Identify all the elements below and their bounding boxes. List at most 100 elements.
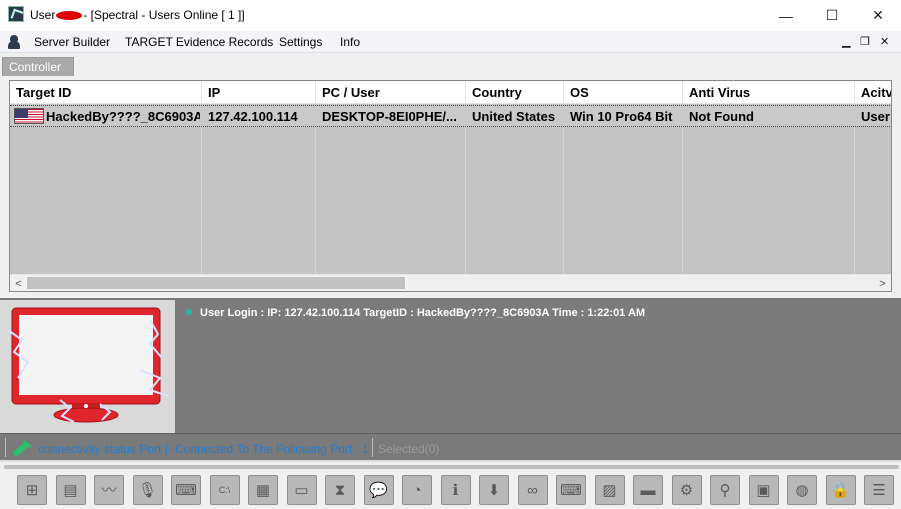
column-header-target-id[interactable]: Target ID xyxy=(10,81,202,104)
database-button[interactable]: ☰ xyxy=(864,475,894,505)
monitor-logo-icon xyxy=(7,307,169,423)
command-prompt-icon: C:\ xyxy=(218,484,231,495)
link-button[interactable]: ∞ xyxy=(517,475,548,505)
pin-button[interactable]: ⚲ xyxy=(710,475,740,505)
tab-controller[interactable]: Controller xyxy=(2,57,74,76)
bullet-icon xyxy=(186,309,192,315)
column-divider xyxy=(465,104,466,274)
cell-ip: 127.42.100.114 xyxy=(208,109,298,124)
horizontal-scrollbar[interactable]: < > xyxy=(10,274,891,291)
column-header-os[interactable]: OS xyxy=(564,81,683,104)
column-divider xyxy=(315,104,316,274)
log-entry: User Login : IP: 127.42.100.114 TargetID… xyxy=(186,307,645,319)
grid-header: Target ID IP PC / User Country OS Anti V… xyxy=(10,81,891,104)
title-prefix: User xyxy=(30,8,56,22)
hourglass-button[interactable]: ⧗ xyxy=(325,475,355,505)
cell-country: United States xyxy=(472,109,556,124)
column-header-activity[interactable]: Acitv xyxy=(855,81,891,104)
spy-button[interactable]: ◔ xyxy=(402,475,432,505)
lock-button[interactable]: 🔒 xyxy=(825,475,856,505)
lock-icon: 🔒 xyxy=(831,481,850,499)
menu-server-builder[interactable]: Server Builder xyxy=(34,35,110,49)
table-row[interactable]: HackedBy????_8C6903A 127.42.100.114 DESK… xyxy=(10,105,891,127)
cell-target-id: HackedBy????_8C6903A xyxy=(46,109,200,124)
remote-screen-button[interactable]: ⌨ xyxy=(556,475,586,505)
targets-grid: Target ID IP PC / User Country OS Anti V… xyxy=(9,80,892,292)
cell-pc-user: DESKTOP-8EI0PHE/... xyxy=(322,109,457,124)
windows-button[interactable]: ⊞ xyxy=(17,475,47,505)
hourglass-icon: ⧗ xyxy=(334,481,346,499)
cell-os: Win 10 Pro64 Bit xyxy=(570,109,673,124)
column-header-anti-virus[interactable]: Anti Virus xyxy=(683,81,855,104)
image-button[interactable]: ▨ xyxy=(594,475,625,505)
column-header-country[interactable]: Country xyxy=(466,81,564,104)
scroll-right-button[interactable]: > xyxy=(874,275,891,291)
chip-icon: ▣ xyxy=(756,481,771,499)
column-header-ip[interactable]: IP xyxy=(202,81,316,104)
spy-icon: ◔ xyxy=(412,481,422,499)
server-button[interactable]: ▤ xyxy=(55,475,86,505)
image-icon: ▨ xyxy=(602,481,617,499)
network-button[interactable]: ▦ xyxy=(248,475,278,505)
menu-target-evidence-records[interactable]: TARGET Evidence Records xyxy=(125,35,273,49)
close-button[interactable]: ✕ xyxy=(855,0,901,31)
menu-settings[interactable]: Settings xyxy=(279,35,322,49)
mdi-minimize-button[interactable]: ▁ xyxy=(842,35,850,48)
connectivity-status: connectivity status Port |- Connected To… xyxy=(38,442,369,456)
column-divider xyxy=(201,104,202,274)
status-separator xyxy=(372,438,373,457)
globe-button[interactable]: ◍ xyxy=(787,475,817,505)
download-icon: ⬇ xyxy=(487,481,501,499)
status-bar: connectivity status Port |- Connected To… xyxy=(0,433,901,460)
maximize-button[interactable]: ☐ xyxy=(809,0,855,31)
user-settings-button[interactable]: ⚙ xyxy=(671,475,702,505)
information-icon: ℹ xyxy=(452,481,459,499)
command-prompt-button[interactable]: C:\ xyxy=(209,475,240,505)
monitor-panel xyxy=(0,300,175,433)
redaction-mark xyxy=(56,11,83,20)
minimize-button[interactable]: — xyxy=(763,0,809,31)
keyboard-icon: ⌨ xyxy=(175,481,197,499)
column-divider xyxy=(563,104,564,274)
display-icon: ▬ xyxy=(640,481,656,499)
chat-icon: 💬 xyxy=(369,481,388,499)
chat-button[interactable]: 💬 xyxy=(363,475,394,505)
column-divider xyxy=(682,104,683,274)
menu-info[interactable]: Info xyxy=(340,35,360,49)
column-divider xyxy=(854,104,855,274)
download-button[interactable]: ⬇ xyxy=(479,475,509,505)
title-suffix: - [Spectral - Users Online [ 1 ]] xyxy=(83,8,245,22)
performance-monitor-button[interactable]: 〰 xyxy=(94,475,124,505)
information-button[interactable]: ℹ xyxy=(440,475,471,505)
keyboard-button[interactable]: ⌨ xyxy=(171,475,201,505)
log-entry-text: User Login : IP: 127.42.100.114 TargetID… xyxy=(200,307,646,319)
performance-monitor-icon: 〰 xyxy=(101,481,117,499)
plug-icon xyxy=(12,439,32,457)
scroll-thumb[interactable] xyxy=(27,277,405,289)
remote-desktop-button[interactable]: ▭ xyxy=(286,475,317,505)
menu-bar: Server Builder TARGET Evidence Records S… xyxy=(0,31,901,53)
cell-activity: User xyxy=(861,109,890,124)
title-bar: User - [Spectral - Users Online [ 1 ]] — … xyxy=(0,0,901,31)
us-flag-icon xyxy=(14,108,44,124)
toolbar-track xyxy=(4,465,899,469)
microphone-button[interactable]: 🎙 xyxy=(132,475,163,505)
link-icon: ∞ xyxy=(527,481,538,499)
display-button[interactable]: ▬ xyxy=(633,475,663,505)
column-header-pc-user[interactable]: PC / User xyxy=(316,81,466,104)
remote-screen-icon: ⌨ xyxy=(560,481,582,499)
window-title: User - [Spectral - Users Online [ 1 ]] xyxy=(30,8,245,22)
status-separator xyxy=(5,438,6,457)
action-toolbar: ⊞ ▤ 〰 🎙 ⌨ C:\ ▦ ▭ ⧗ 💬 ◔ ℹ ⬇ ∞ ⌨ ▨ ▬ ⚙ ⚲ ▣ ◍ 🔒 ☰ xyxy=(0,460,901,509)
mdi-restore-button[interactable]: ❐ xyxy=(860,35,870,48)
cell-anti-virus: Not Found xyxy=(689,109,754,124)
database-icon: ☰ xyxy=(872,481,886,499)
globe-icon: ◍ xyxy=(795,481,809,499)
remote-desktop-icon: ▭ xyxy=(294,481,309,499)
tab-strip: Controller xyxy=(0,54,901,76)
chip-button[interactable]: ▣ xyxy=(748,475,779,505)
pin-icon: ⚲ xyxy=(719,481,731,499)
mdi-close-button[interactable]: ✕ xyxy=(880,35,889,48)
log-panel: User Login : IP: 127.42.100.114 TargetID… xyxy=(178,300,901,433)
scroll-left-button[interactable]: < xyxy=(10,275,27,291)
